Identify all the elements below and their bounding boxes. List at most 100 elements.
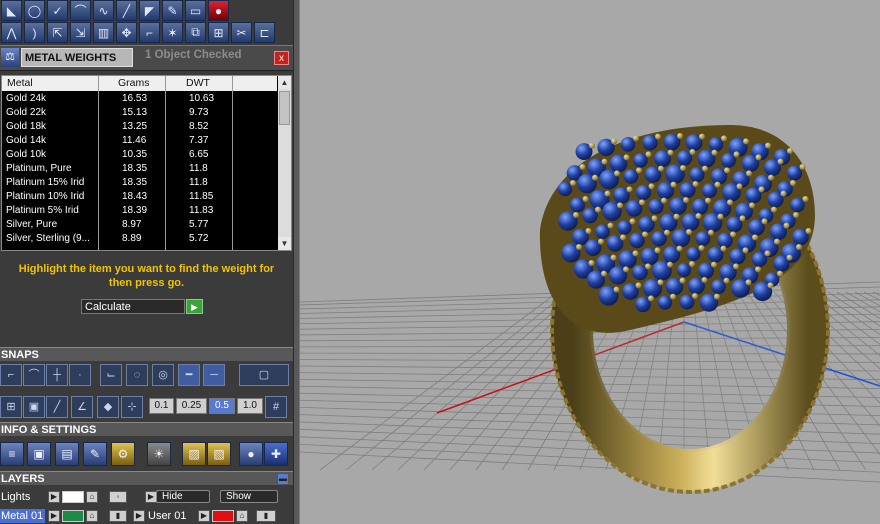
go-button[interactable]: ▶ bbox=[186, 299, 203, 314]
snap-curve-icon[interactable]: ⌒ bbox=[23, 364, 45, 386]
table-row[interactable]: Platinum 10% Irid 18.43 11.85 bbox=[2, 190, 277, 204]
close-icon[interactable]: x bbox=[274, 51, 289, 65]
visibility-icon[interactable]: ▮ bbox=[256, 510, 276, 522]
column-header-metal[interactable]: Metal bbox=[7, 77, 33, 89]
scroll-thumb[interactable] bbox=[279, 91, 290, 125]
expand-arrow-icon[interactable]: ▶ bbox=[198, 510, 210, 522]
prong-bead bbox=[588, 260, 595, 266]
user-layer-color-swatch[interactable] bbox=[212, 510, 234, 522]
layer-row-lights[interactable]: Lights ▶ ⌂ ◦ ▶ Hide Show bbox=[0, 490, 293, 504]
view-grid-icon[interactable]: ⊞ bbox=[0, 396, 22, 418]
snap-value-0.1[interactable]: 0.1 bbox=[149, 398, 174, 414]
table-row[interactable]: Silver, Pure 8.97 5.77 bbox=[2, 218, 277, 232]
scroll-down-icon[interactable]: ▼ bbox=[278, 237, 291, 250]
view-diagonal-icon[interactable]: ╱ bbox=[46, 396, 68, 418]
panel-splitter[interactable] bbox=[293, 0, 300, 524]
layer-row-metal[interactable]: Metal 01 ▶ ⌂ ▮ ▶ User 01 ▶ ⌂ ▮ bbox=[0, 509, 293, 523]
snapshot-2-icon[interactable]: ▧ bbox=[207, 442, 231, 466]
snap-grid-icon[interactable]: ⌐ bbox=[0, 364, 22, 386]
table-row[interactable]: Gold 22k 15.13 9.73 bbox=[2, 106, 277, 120]
layers-stack-icon[interactable]: ≡ bbox=[0, 442, 24, 466]
scroll-up-icon[interactable]: ▲ bbox=[278, 76, 291, 89]
snap-value-1.0[interactable]: 1.0 bbox=[237, 398, 263, 414]
lock-icon[interactable]: ⌂ bbox=[236, 510, 248, 522]
expand-arrow-icon[interactable]: ▶ bbox=[133, 510, 145, 522]
document-icon[interactable]: ▤ bbox=[55, 442, 79, 466]
table-row[interactable]: Gold 14k 11.46 7.37 bbox=[2, 134, 277, 148]
sphere-icon[interactable]: ● bbox=[239, 442, 263, 466]
render-mode-icon[interactable]: ✚ bbox=[264, 442, 288, 466]
snap-value-0.25[interactable]: 0.25 bbox=[176, 398, 207, 414]
hide-button[interactable]: Hide bbox=[156, 490, 210, 503]
snap-cross-icon[interactable]: ┼ bbox=[46, 364, 68, 386]
column-header-dwt[interactable]: DWT bbox=[186, 77, 210, 89]
paste-icon[interactable]: ⊞ bbox=[208, 22, 229, 43]
lathe-icon[interactable]: ◣ bbox=[1, 0, 22, 21]
table-row[interactable]: Platinum 15% Irid 18.35 11.8 bbox=[2, 176, 277, 190]
grid-toggle-icon[interactable]: # bbox=[265, 396, 287, 418]
curve-icon[interactable]: ⌒ bbox=[70, 0, 91, 21]
table-row[interactable]: Gold 10k 10.35 6.65 bbox=[2, 148, 277, 162]
knife-icon[interactable]: ╱ bbox=[116, 0, 137, 21]
settings-icon[interactable]: ⚙ bbox=[111, 442, 135, 466]
snap-point-icon[interactable]: · bbox=[69, 364, 91, 386]
table-row[interactable]: Platinum, Pure 18.35 11.8 bbox=[2, 162, 277, 176]
edit-icon[interactable]: ✎ bbox=[83, 442, 107, 466]
cube-icon[interactable]: ▣ bbox=[27, 442, 51, 466]
align-icon[interactable]: ⇲ bbox=[70, 22, 91, 43]
layer-color-swatch[interactable] bbox=[62, 491, 84, 503]
column-header-grams[interactable]: Grams bbox=[118, 77, 150, 89]
render-icon[interactable]: ● bbox=[208, 0, 229, 21]
3d-viewport[interactable] bbox=[300, 0, 880, 524]
table-scrollbar[interactable]: ▲ ▼ bbox=[278, 76, 291, 250]
lock-icon[interactable]: ⌂ bbox=[86, 510, 98, 522]
gem-icon[interactable]: ▥ bbox=[93, 22, 114, 43]
scale-icon[interactable]: ⇱ bbox=[47, 22, 68, 43]
cut-icon[interactable]: ◤ bbox=[139, 0, 160, 21]
metal-weights-tab[interactable]: METAL WEIGHTS bbox=[21, 48, 133, 67]
cell-metal: Gold 22k bbox=[6, 107, 47, 118]
cell-dwt: 11.8 bbox=[189, 163, 208, 174]
smooth-icon[interactable]: ) bbox=[24, 22, 45, 43]
snap-midline-icon[interactable]: ─ bbox=[203, 364, 225, 386]
link-icon[interactable]: ⊏ bbox=[254, 22, 275, 43]
table-row[interactable]: Gold 18k 13.25 8.52 bbox=[2, 120, 277, 134]
visibility-icon[interactable]: ◦ bbox=[109, 491, 127, 503]
show-button[interactable]: Show bbox=[220, 490, 278, 503]
layer-color-swatch[interactable] bbox=[62, 510, 84, 522]
check-icon[interactable]: ✓ bbox=[47, 0, 68, 21]
view-axis-icon[interactable]: ⊹ bbox=[121, 396, 143, 418]
step-icon[interactable]: ⌐ bbox=[139, 22, 160, 43]
light-icon[interactable]: ☀ bbox=[147, 442, 171, 466]
layers-collapse-icon[interactable]: ▬ bbox=[277, 473, 289, 485]
snap-value-0.5[interactable]: 0.5 bbox=[209, 398, 235, 414]
snapshot-icon[interactable]: ▨ bbox=[182, 442, 206, 466]
expand-arrow-icon[interactable]: ▶ bbox=[48, 491, 60, 503]
snap-circle-icon[interactable]: ◌ bbox=[126, 364, 148, 386]
snap-corner-icon[interactable]: ⌙ bbox=[100, 364, 122, 386]
expand-arrow-icon[interactable]: ▶ bbox=[48, 510, 60, 522]
mirror-icon[interactable]: ▭ bbox=[185, 0, 206, 21]
move-icon[interactable]: ✥ bbox=[116, 22, 137, 43]
table-row[interactable]: Platinum 5% Irid 18.39 11.83 bbox=[2, 204, 277, 218]
paint-icon[interactable]: ✎ bbox=[162, 0, 183, 21]
snap-line-icon[interactable]: ━ bbox=[178, 364, 200, 386]
snap-box-icon[interactable]: ▢ bbox=[239, 364, 289, 386]
visibility-icon[interactable]: ▮ bbox=[109, 510, 127, 522]
table-row[interactable]: Gold 24k 16.53 10.63 bbox=[2, 92, 277, 106]
polyline-icon[interactable]: ⋀ bbox=[1, 22, 22, 43]
view-cube-icon[interactable]: ▣ bbox=[23, 396, 45, 418]
cell-grams: 18.43 bbox=[122, 191, 148, 202]
copy-icon[interactable]: ⧉ bbox=[185, 22, 206, 43]
spline-icon[interactable]: ∿ bbox=[93, 0, 114, 21]
cell-dwt: 11.8 bbox=[189, 177, 208, 188]
circle-icon[interactable]: ◯ bbox=[24, 0, 45, 21]
snap-center-icon[interactable]: ◎ bbox=[152, 364, 174, 386]
scissors-icon[interactable]: ✂ bbox=[231, 22, 252, 43]
lock-icon[interactable]: ⌂ bbox=[86, 491, 98, 503]
table-row[interactable]: Silver, Sterling (9... 8.89 5.72 bbox=[2, 232, 277, 246]
angle-45-icon[interactable]: ∠ bbox=[71, 396, 93, 418]
star-icon[interactable]: ✶ bbox=[162, 22, 183, 43]
view-diamond-icon[interactable]: ◆ bbox=[97, 396, 119, 418]
calculate-select[interactable]: Calculate bbox=[81, 299, 185, 314]
